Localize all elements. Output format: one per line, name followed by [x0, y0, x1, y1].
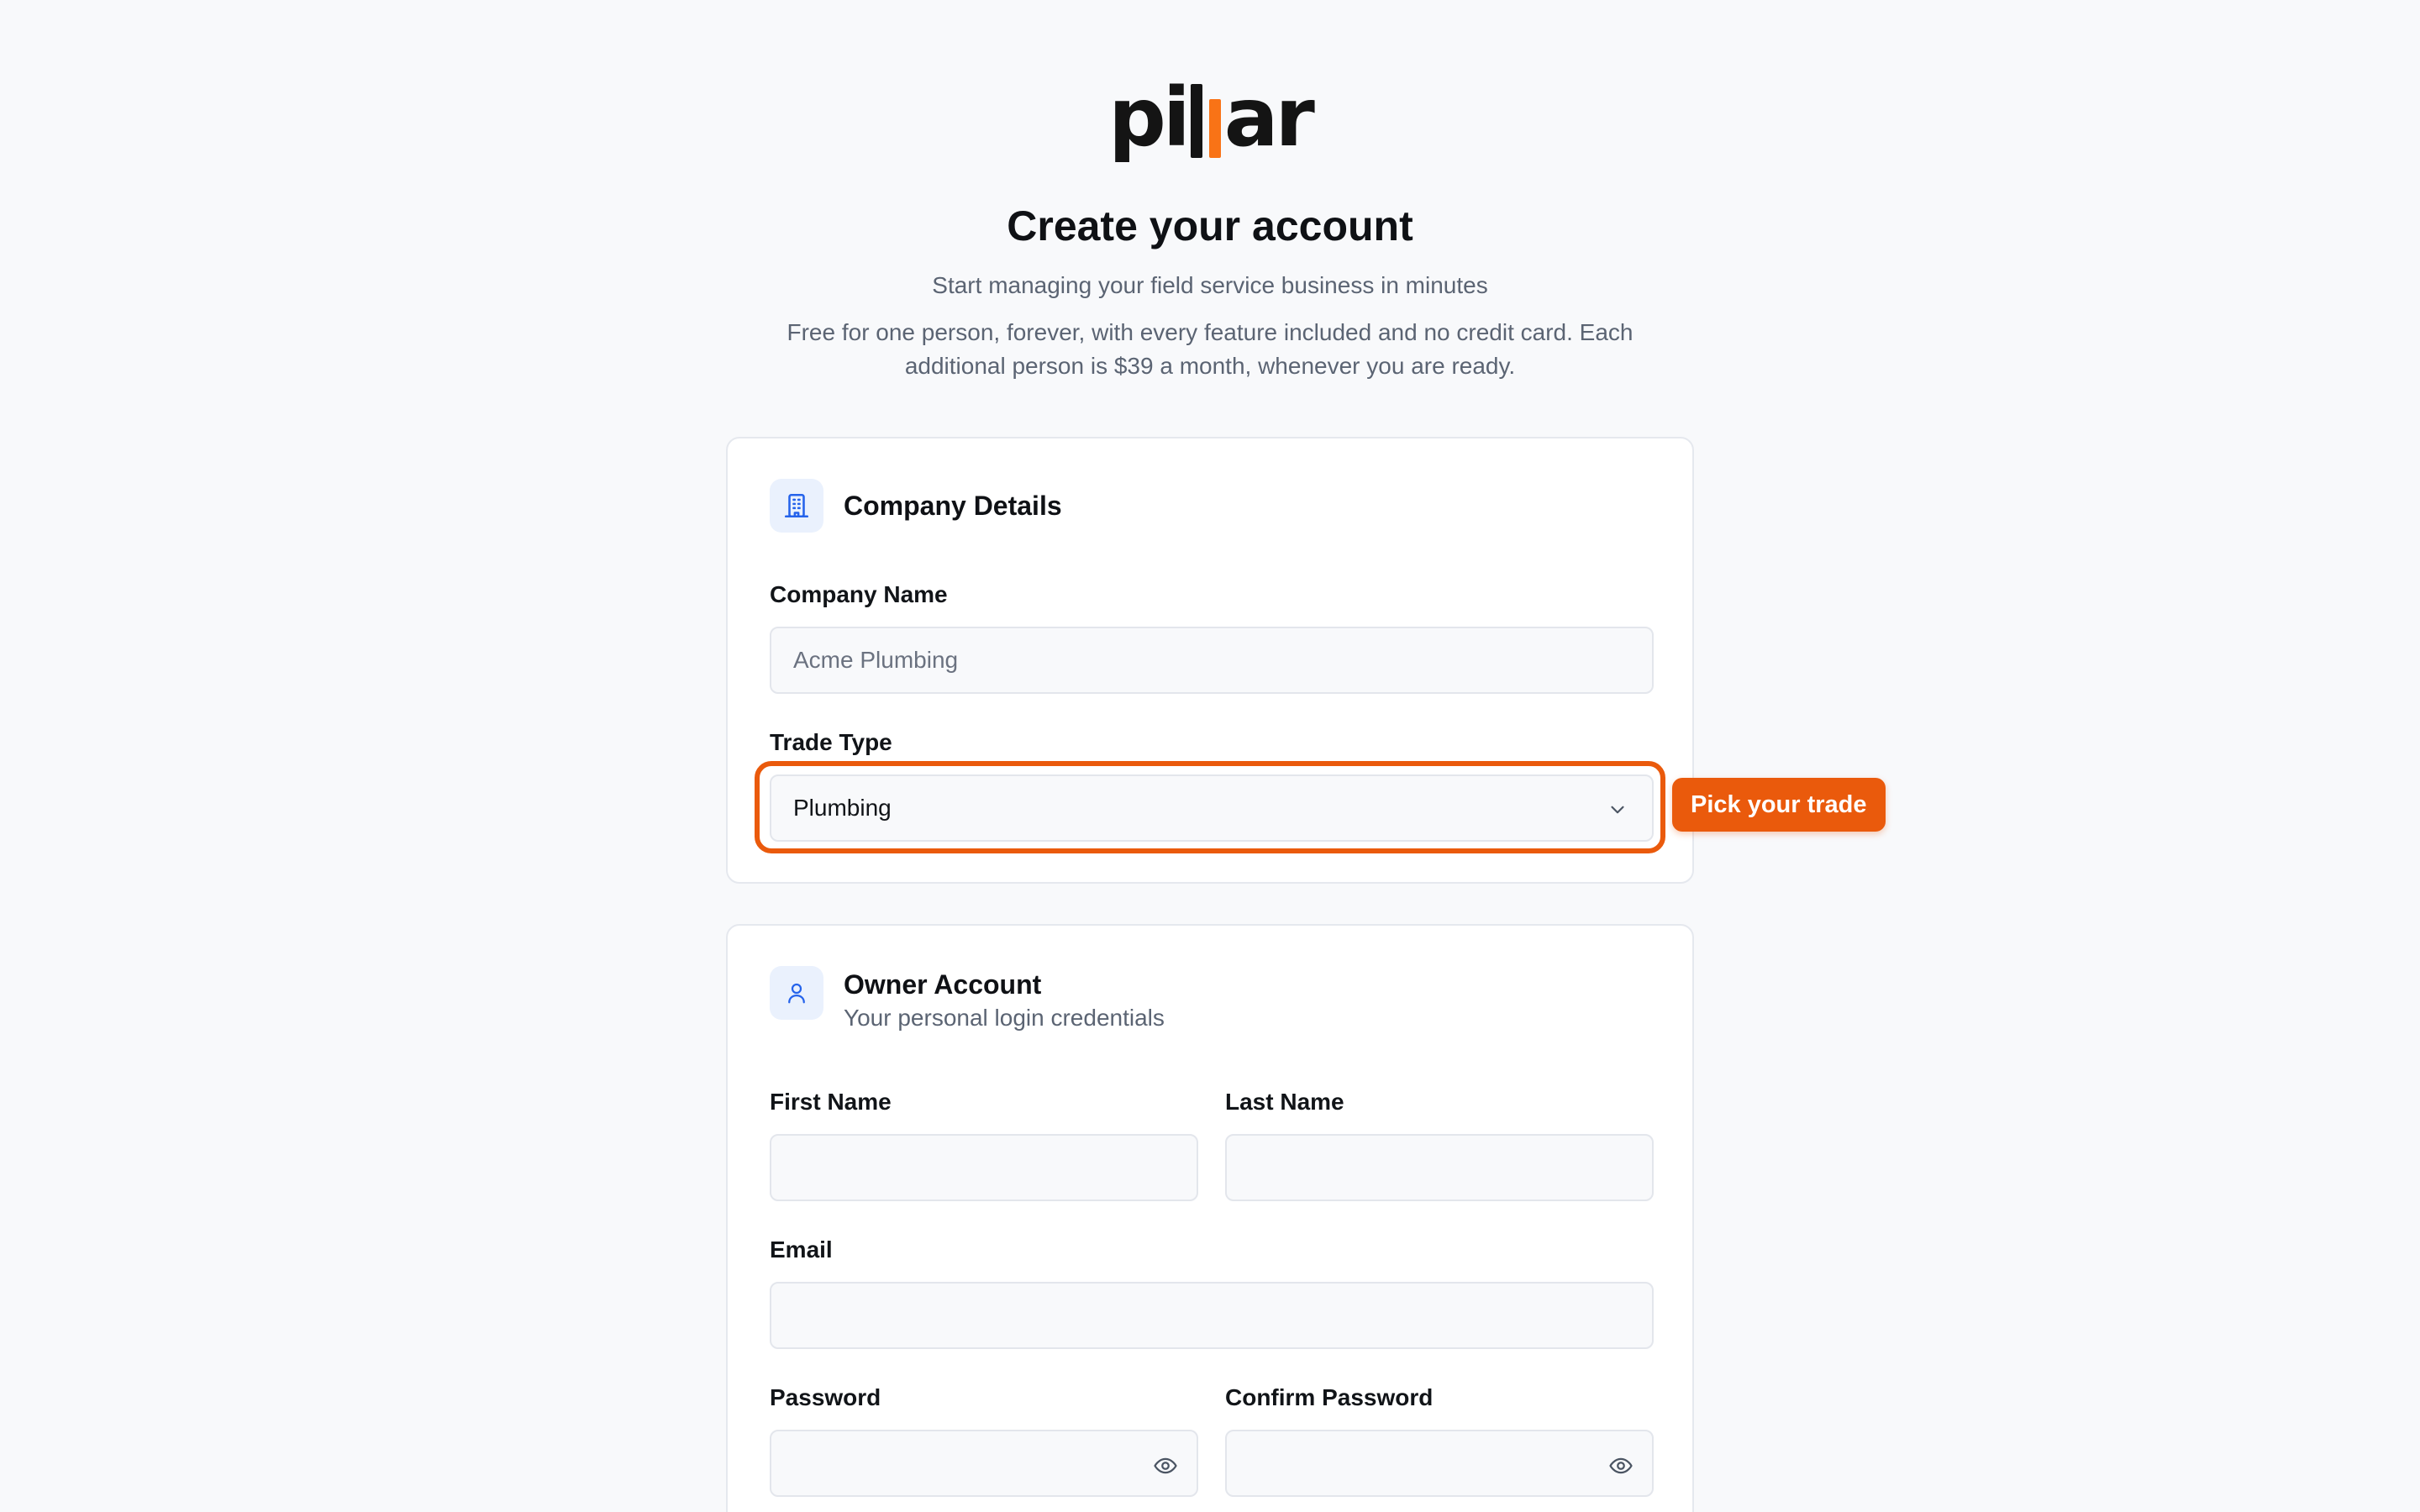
email-label: Email	[770, 1236, 833, 1263]
confirm-password-input[interactable]	[1225, 1430, 1654, 1497]
last-name-input[interactable]	[1225, 1134, 1654, 1201]
building-icon	[770, 479, 823, 533]
signup-page: pi ar Create your account Start managing…	[0, 0, 2420, 1512]
owner-account-card: Owner Account Your personal login creden…	[726, 924, 1694, 1512]
company-details-header: Company Details	[770, 479, 1062, 533]
owner-account-subtitle: Your personal login credentials	[844, 1005, 1165, 1031]
confirm-password-label: Confirm Password	[1225, 1384, 1434, 1410]
logo-text-suffix: ar	[1223, 71, 1315, 165]
logo-bar-orange	[1208, 99, 1221, 158]
logo-bars-mark	[1190, 81, 1221, 158]
logo-bar-dark	[1190, 84, 1202, 158]
password-input[interactable]	[770, 1430, 1198, 1497]
first-name-label: First Name	[770, 1089, 892, 1115]
company-details-title: Company Details	[844, 491, 1062, 521]
email-input[interactable]	[770, 1282, 1654, 1349]
logo-wordmark: pi ar	[1108, 71, 1315, 165]
password-label: Password	[770, 1384, 881, 1410]
pick-trade-tooltip: Pick your trade	[1672, 778, 1886, 832]
logo-text-prefix: pi	[1108, 71, 1191, 165]
company-name-label: Company Name	[770, 581, 948, 607]
owner-account-header: Owner Account Your personal login creden…	[770, 966, 1165, 1032]
pricing-note: Free for one person, forever, with every…	[786, 319, 1634, 379]
page-title: Create your account	[1007, 202, 1413, 249]
company-name-input[interactable]: Acme Plumbing	[770, 627, 1654, 694]
last-name-label: Last Name	[1225, 1089, 1344, 1115]
eye-icon[interactable]	[1153, 1453, 1178, 1484]
trade-type-label: Trade Type	[770, 729, 892, 755]
first-name-input[interactable]	[770, 1134, 1198, 1201]
trade-type-highlight	[755, 761, 1665, 853]
company-name-placeholder: Acme Plumbing	[793, 647, 959, 673]
eye-icon[interactable]	[1608, 1453, 1634, 1484]
page-subtitle: Start managing your field service busine…	[932, 272, 1488, 298]
logo: pi ar	[0, 77, 2420, 158]
owner-account-title: Owner Account	[844, 969, 1042, 1000]
user-icon	[770, 966, 823, 1020]
